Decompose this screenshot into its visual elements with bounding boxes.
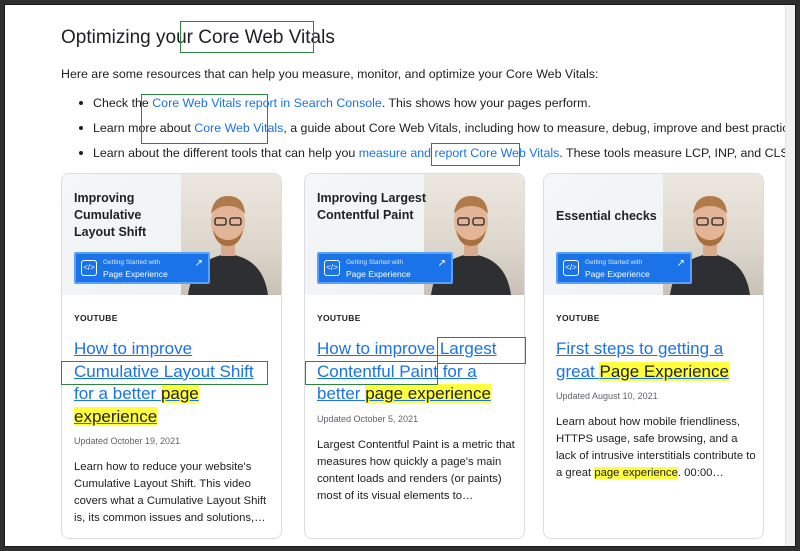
code-icon: </> (81, 260, 97, 276)
bullet-text: , a guide about Core Web Vitals, includi… (283, 121, 796, 135)
banner-title: Page Experience (103, 269, 168, 279)
banner-title: Page Experience (346, 269, 411, 279)
bullet-text: Learn more about (93, 121, 195, 135)
measure-tools-link[interactable]: measure and report Core Web Vitals (359, 146, 560, 160)
list-item: Learn more about Core Web Vitals, a guid… (79, 120, 796, 145)
card-source: YOUTUBE (317, 313, 361, 323)
video-thumbnail[interactable]: Improving Cumulative Layout Shift </> Ge… (62, 174, 281, 295)
bullet-text: Check the (93, 96, 153, 110)
code-icon: </> (563, 260, 579, 276)
list-item: Check the Core Web Vitals report in Sear… (79, 95, 795, 120)
video-card[interactable]: Essential checks </> Getting Started wit… (543, 173, 764, 539)
page-experience-banner: </> Getting Started with Page Experience… (317, 252, 453, 284)
video-card[interactable]: Improving Largest Contentful Paint </> G… (304, 173, 525, 539)
browser-viewport: Optimizing your Core Web Vitals Here are… (4, 4, 796, 547)
highlighted-text: page experience (594, 467, 678, 479)
card-title-link[interactable]: How to improve Largest Contentful Paint … (317, 338, 517, 406)
list-item: Learn about the different tools that can… (79, 145, 795, 170)
banner-subtitle: Getting Started with (346, 259, 404, 266)
external-arrow-icon: ↗ (194, 258, 203, 269)
intro-text: Here are some resources that can help yo… (61, 67, 599, 81)
card-source: YOUTUBE (556, 313, 600, 323)
page-title: Optimizing your Core Web Vitals (61, 27, 335, 48)
card-source: YOUTUBE (74, 313, 118, 323)
banner-title: Page Experience (585, 269, 650, 279)
bullet-text: . These tools measure LCP, INP, and CLS. (559, 146, 793, 160)
thumbnail-title: Improving Largest Contentful Paint (317, 191, 427, 222)
external-arrow-icon: ↗ (676, 258, 685, 269)
highlighted-text: page experience (365, 384, 491, 403)
search-console-report-link[interactable]: Core Web Vitals report in Search Console (152, 96, 382, 110)
scrollbar[interactable] (785, 5, 795, 546)
resource-list: Check the Core Web Vitals report in Sear… (79, 95, 796, 170)
card-description: Learn about how mobile friendliness, HTT… (556, 414, 756, 482)
highlighted-text: Page Experience (599, 361, 729, 381)
bullet-text: Learn about the different tools that can… (93, 146, 359, 160)
thumbnail-title: Improving Cumulative Layout Shift (74, 191, 147, 239)
card-description: Largest Contentful Paint is a metric tha… (317, 439, 515, 502)
external-arrow-icon: ↗ (437, 258, 446, 269)
thumbnail-title: Essential checks (556, 209, 657, 223)
updated-date: Updated August 10, 2021 (556, 391, 658, 401)
video-thumbnail[interactable]: Improving Largest Contentful Paint </> G… (305, 174, 524, 295)
page-experience-banner: </> Getting Started with Page Experience… (556, 252, 692, 284)
banner-subtitle: Getting Started with (103, 259, 161, 266)
card-title-link[interactable]: How to improve Cumulative Layout Shift f… (74, 338, 274, 428)
code-icon: </> (324, 260, 340, 276)
card-title-link[interactable]: First steps to getting a great Page Expe… (556, 338, 756, 383)
video-thumbnail[interactable]: Essential checks </> Getting Started wit… (544, 174, 763, 295)
updated-date: Updated October 19, 2021 (74, 436, 181, 446)
bullet-text: . This shows how your pages perform. (381, 96, 591, 110)
page-experience-banner: </> Getting Started with Page Experience… (74, 252, 210, 284)
card-description: Learn how to reduce your website's Cumul… (74, 461, 267, 524)
updated-date: Updated October 5, 2021 (317, 414, 419, 424)
description-text: . 00:00… (677, 467, 724, 479)
banner-subtitle: Getting Started with (585, 259, 643, 266)
core-web-vitals-link[interactable]: Core Web Vitals (194, 121, 283, 135)
video-card[interactable]: Improving Cumulative Layout Shift </> Ge… (61, 173, 282, 539)
